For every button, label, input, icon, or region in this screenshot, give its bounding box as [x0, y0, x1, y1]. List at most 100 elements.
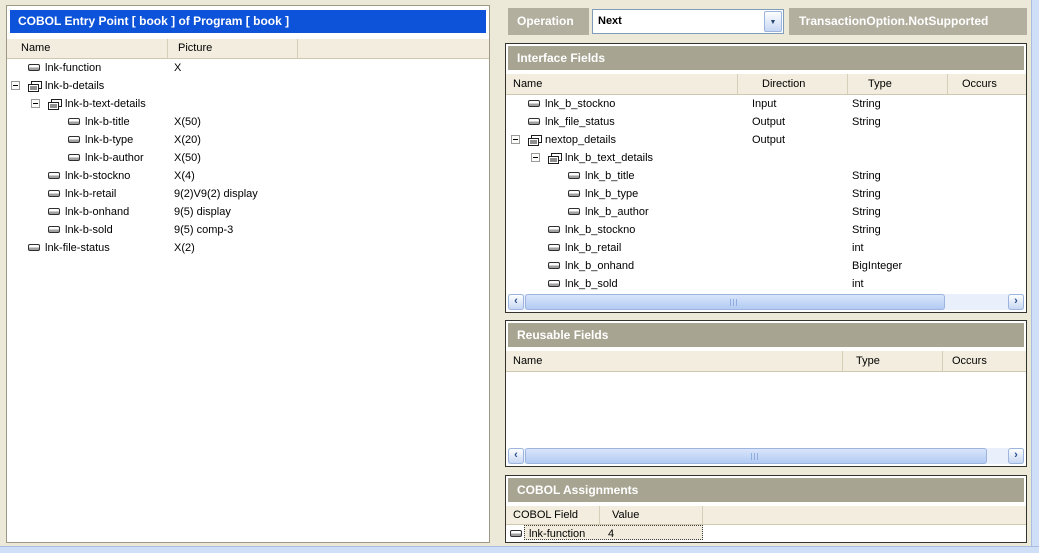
scroll-left-icon[interactable]: ‹ — [508, 448, 524, 464]
group-icon — [528, 134, 543, 146]
tree-item-label: lnk-b-onhand — [65, 205, 129, 219]
horizontal-scrollbar[interactable]: ‹ › — [508, 294, 1024, 310]
tree-row[interactable]: lnk_b_text_details — [506, 149, 1026, 167]
assignment-row[interactable]: lnk-function4 — [506, 525, 1026, 541]
tree-row[interactable]: lnk_b_authorString — [506, 203, 1026, 221]
tree-cell-type: BigInteger — [852, 259, 902, 273]
tree-row[interactable]: lnk_b_stocknoString — [506, 221, 1026, 239]
field-icon — [528, 118, 540, 125]
tree-row[interactable]: lnk_b_stocknoInputString — [506, 95, 1026, 113]
tree-item-label: lnk-b-sold — [65, 223, 113, 237]
tree-cell-picture: X(2) — [174, 241, 195, 255]
tree-row[interactable]: lnk_b_onhand BigInteger — [506, 257, 1026, 275]
group-icon — [548, 152, 563, 164]
tree-row[interactable]: lnk-b-text-details — [7, 95, 489, 113]
operation-label: Operation — [508, 8, 589, 35]
tree-item-label: nextop_details — [545, 133, 616, 147]
field-icon — [568, 208, 580, 215]
assignment-value: 4 — [608, 527, 614, 541]
reusable-fields-column-header: Name Type Occurs — [506, 351, 1026, 372]
tree-item-label: lnk-b-author — [85, 151, 144, 165]
tree-row[interactable]: lnk_b_soldint — [506, 275, 1026, 293]
interface-fields-column-header: Name Direction Type Occurs — [506, 74, 1026, 95]
tree-row[interactable]: lnk-file-statusX(2) — [7, 239, 489, 257]
tree-row[interactable]: lnk-b-title X(50) — [7, 113, 489, 131]
tree-row[interactable]: lnk-b-onhand 9(5) display — [7, 203, 489, 221]
tree-row[interactable]: lnk-b-details — [7, 77, 489, 95]
column-header-occurs: Occurs — [948, 74, 1026, 94]
interface-fields-tree: lnk_b_stocknoInputString lnk_file_status O… — [506, 95, 1026, 293]
tree-row[interactable]: nextop_detailsOutput — [506, 131, 1026, 149]
field-icon — [68, 154, 80, 161]
field-icon — [548, 280, 560, 287]
tree-item-label: lnk_file_status — [545, 115, 615, 129]
tree-cell-type: String — [852, 169, 881, 183]
tree-cell-type: String — [852, 187, 881, 201]
operation-select[interactable]: Next ▼ — [592, 9, 784, 34]
tree-cell-picture: 9(2)V9(2) display — [174, 187, 258, 201]
field-icon — [48, 172, 60, 179]
column-header-type: Type — [848, 74, 948, 94]
tree-item-label: lnk-function — [45, 61, 101, 75]
tree-row[interactable]: lnk-b-stocknoX(4) — [7, 167, 489, 185]
tree-item-label: lnk_b_stockno — [565, 223, 635, 237]
field-icon — [548, 244, 560, 251]
cobol-structure-tree: lnk-function Xlnk-b-details lnk-b-text-det… — [7, 59, 489, 257]
tree-row[interactable]: lnk_b_title String — [506, 167, 1026, 185]
collapse-minus-icon[interactable] — [511, 135, 520, 144]
scroll-thumb[interactable] — [525, 448, 987, 464]
collapse-minus-icon[interactable] — [531, 153, 540, 162]
tree-row[interactable]: lnk-b-typeX(20) — [7, 131, 489, 149]
tree-item-label: lnk_b_stockno — [545, 97, 615, 111]
scroll-right-icon[interactable]: › — [1008, 448, 1024, 464]
scroll-right-icon[interactable]: › — [1008, 294, 1024, 310]
vertical-scrollbar[interactable] — [1031, 0, 1039, 553]
tree-cell-picture: X(50) — [174, 115, 201, 129]
group-icon — [28, 80, 43, 92]
tree-cell-picture: 9(5) comp-3 — [174, 223, 233, 237]
tree-row[interactable]: lnk_file_statusOutputString — [506, 113, 1026, 131]
tree-row[interactable]: lnk_b_typeString — [506, 185, 1026, 203]
scroll-left-icon[interactable]: ‹ — [508, 294, 524, 310]
tree-item-label: lnk-b-details — [45, 79, 104, 93]
field-icon — [48, 208, 60, 215]
collapse-minus-icon[interactable] — [31, 99, 40, 108]
horizontal-scrollbar[interactable]: ‹ › — [508, 448, 1024, 464]
column-header-name: Name — [506, 351, 843, 371]
tree-cell-direction: Output — [752, 115, 785, 129]
cobol-assignments-column-header: COBOL Field Value — [506, 506, 1026, 525]
cobol-entry-point-panel: COBOL Entry Point [ book ] of Program [ … — [6, 5, 490, 543]
field-icon — [548, 226, 560, 233]
tree-cell-picture: 9(5) display — [174, 205, 231, 219]
left-column-header: Name Picture — [7, 39, 489, 59]
tree-row[interactable]: lnk-b-sold 9(5) comp-3 — [7, 221, 489, 239]
tree-cell-picture: X — [174, 61, 181, 75]
field-icon — [548, 262, 560, 269]
column-header-picture: Picture — [168, 39, 298, 58]
field-icon — [48, 226, 60, 233]
field-icon — [48, 190, 60, 197]
tree-row[interactable]: lnk-b-retail9(2)V9(2) display — [7, 185, 489, 203]
tree-item-label: lnk-b-title — [85, 115, 130, 129]
assignment-focus-cell[interactable]: lnk-function4 — [524, 525, 703, 540]
column-header-type: Type — [843, 351, 943, 371]
horizontal-scrollbar[interactable] — [0, 546, 1039, 553]
chevron-down-icon[interactable]: ▼ — [764, 11, 782, 32]
tree-cell-picture: X(4) — [174, 169, 195, 183]
tree-row[interactable]: lnk_b_retailint — [506, 239, 1026, 257]
tree-item-label: lnk_b_author — [585, 205, 649, 219]
tree-cell-type: String — [852, 97, 881, 111]
column-header-occurs: Occurs — [943, 351, 1026, 371]
column-header-direction: Direction — [738, 74, 848, 94]
tree-item-label: lnk_b_onhand — [565, 259, 634, 273]
collapse-minus-icon[interactable] — [11, 81, 20, 90]
field-icon — [68, 136, 80, 143]
reusable-fields-title: Reusable Fields — [508, 323, 1024, 347]
scroll-thumb[interactable] — [525, 294, 945, 310]
tree-item-label: lnk_b_text_details — [565, 151, 653, 165]
tree-item-label: lnk_b_title — [585, 169, 635, 183]
interface-fields-title: Interface Fields — [508, 46, 1024, 70]
tree-row[interactable]: lnk-b-authorX(50) — [7, 149, 489, 167]
interface-fields-section: Interface Fields Name Direction Type Occ… — [505, 43, 1027, 313]
tree-row[interactable]: lnk-function X — [7, 59, 489, 77]
